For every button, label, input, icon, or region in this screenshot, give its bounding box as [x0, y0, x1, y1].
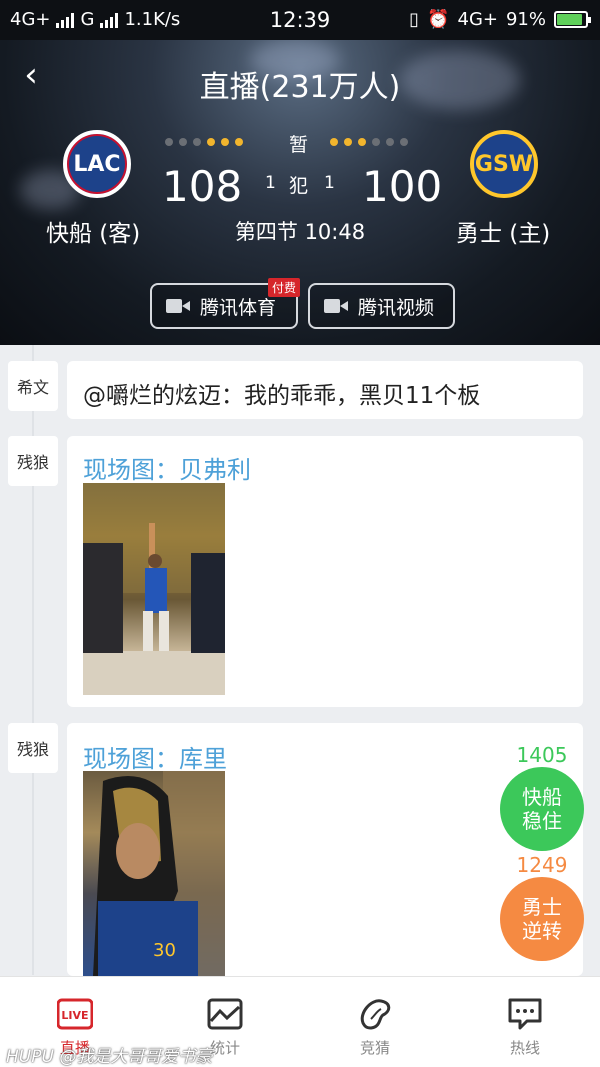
vibrate-icon: ▯: [409, 9, 420, 30]
away-team-logo[interactable]: LAC: [63, 130, 131, 198]
page-title: 直播(231万人): [199, 70, 401, 105]
stream-button-tencent-sports[interactable]: 腾讯体育 付费: [150, 278, 300, 329]
game-header: ‹ 直播(231万人) LAC GSW 快船 (客) 勇士 (主) 暂 108 …: [0, 40, 600, 345]
tab-guess[interactable]: 竞猜: [300, 987, 450, 1058]
status-right: ▯ ⏰ 4G+ 91%: [409, 9, 591, 30]
stream-label: 腾讯视频: [358, 296, 435, 319]
home-fouls: 1: [324, 173, 335, 193]
watermark: HUPU @我是大哥哥爱书豪: [6, 1047, 213, 1067]
svg-text:30: 30: [153, 940, 176, 961]
stream-button-tencent-video[interactable]: 腾讯视频: [308, 283, 455, 329]
stream-label: 腾讯体育: [200, 296, 277, 319]
away-score: 108: [162, 162, 243, 211]
feed-text: @嚼烂的炫迈：我的乖乖，黑贝11个板: [83, 383, 481, 409]
timeout-dot-remaining: [221, 138, 229, 146]
alarm-icon: ⏰: [427, 9, 450, 30]
home-team-logo[interactable]: GSW: [470, 130, 538, 198]
feed-card: @嚼烂的炫迈：我的乖乖，黑贝11个板: [67, 361, 583, 419]
photo-curry[interactable]: 30: [83, 771, 225, 976]
status-bar: 4G+ G 1.1K/s 12:39 ▯ ⏰ 4G+ 91%: [0, 0, 600, 40]
timeout-dot-used: [193, 138, 201, 146]
author-avatar[interactable]: 残狼: [8, 436, 58, 486]
player-photo-art: 30: [93, 771, 225, 976]
timeout-dot-remaining: [235, 138, 243, 146]
stats-icon: [207, 998, 243, 1030]
timeout-dot-used: [386, 138, 394, 146]
video-camera-icon: [166, 299, 190, 313]
home-score: 100: [362, 162, 443, 211]
feed-image-title: 现场图：贝弗利: [83, 456, 251, 484]
home-timeouts: [330, 138, 408, 146]
paid-badge: 付费: [267, 278, 300, 297]
network-right-label: 4G+: [457, 9, 498, 30]
battery-percent: 91%: [505, 9, 546, 30]
away-fouls: 1: [265, 173, 276, 193]
home-vote-count: 1249: [516, 853, 568, 877]
photo-beverley[interactable]: [83, 483, 225, 695]
live-icon: LIVE: [57, 998, 93, 1030]
tab-hotline[interactable]: 热线: [450, 987, 600, 1058]
vote-home-line1: 勇士: [522, 895, 562, 919]
tab-label: 竞猜: [359, 1039, 390, 1057]
timeout-dot-used: [400, 138, 408, 146]
pause-label: 暂: [289, 134, 309, 156]
vote-away-line2: 稳住: [522, 809, 562, 833]
timeout-dot-remaining: [330, 138, 338, 146]
foul-label: 犯: [289, 175, 309, 197]
tab-label: 热线: [509, 1039, 540, 1057]
timeout-dot-remaining: [207, 138, 215, 146]
timeout-dot-used: [372, 138, 380, 146]
game-period: 第四节 10:48: [234, 220, 366, 244]
vote-home-button[interactable]: 勇士 逆转: [500, 877, 584, 961]
away-timeouts: [165, 138, 243, 146]
guess-icon: [360, 999, 391, 1030]
battery-fill: [557, 14, 582, 25]
player-photo-art: [83, 483, 225, 695]
author-avatar[interactable]: 希文: [8, 361, 58, 411]
svg-text:LIVE: LIVE: [61, 1009, 88, 1022]
timeout-dot-remaining: [344, 138, 352, 146]
battery-icon: [554, 11, 591, 28]
vote-away-line1: 快船: [522, 785, 562, 809]
vote-away-button[interactable]: 快船 稳住: [500, 767, 584, 851]
timeout-dot-used: [165, 138, 173, 146]
feed-card: 现场图：贝弗利: [67, 436, 583, 707]
video-camera-icon: [324, 299, 348, 313]
tab-label: 统计: [209, 1039, 240, 1057]
vote-home-line2: 逆转: [522, 919, 562, 943]
timeout-dot-used: [179, 138, 187, 146]
away-vote-count: 1405: [516, 743, 568, 767]
author-avatar[interactable]: 残狼: [8, 723, 58, 773]
timeout-dot-remaining: [358, 138, 366, 146]
feed-image-title: 现场图：库里: [83, 745, 227, 773]
hotline-icon: [508, 998, 542, 1030]
